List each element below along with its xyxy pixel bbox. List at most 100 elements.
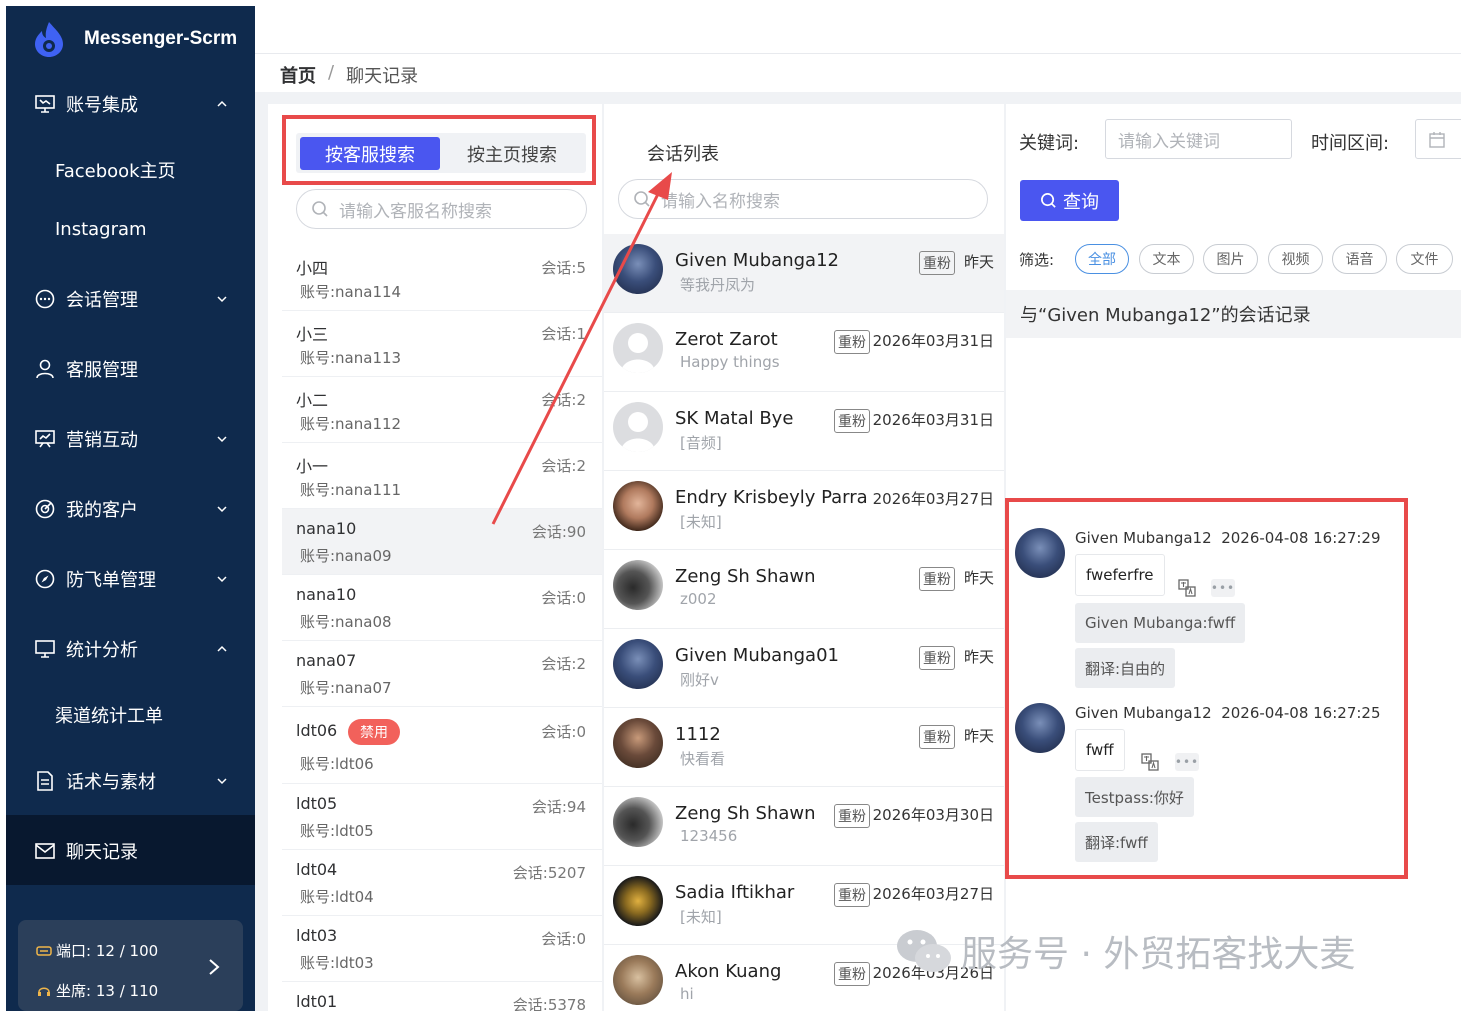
chevron-down-icon: [217, 506, 227, 513]
conversation-time: 昨天: [963, 727, 994, 745]
conversation-item[interactable]: Zerot Zarot Happy things 重粉 2026年03月31日: [604, 313, 1004, 392]
last-message: 快看看: [680, 750, 726, 768]
agent-row[interactable]: 小三 账号:nana113 会话:1: [282, 311, 602, 377]
conversation-search-input[interactable]: 请输入名称搜索: [618, 179, 988, 219]
nav-anti-fly[interactable]: 防飞单管理: [6, 565, 255, 593]
watermark-text: 服务号 · 外贸拓客找大麦: [961, 934, 1356, 975]
conversation-item[interactable]: Endry Krisbeyly Parra [未知] 2026年03月27日: [604, 471, 1004, 550]
filter-text[interactable]: 文本: [1139, 244, 1194, 274]
agent-row[interactable]: 小二 账号:nana112 会话:2: [282, 377, 602, 443]
agent-account: 账号:nana113: [300, 349, 402, 367]
agent-search-input[interactable]: 请输入客服名称搜索: [296, 189, 587, 229]
agent-row[interactable]: nana10 账号:nana08 会话:0: [282, 575, 602, 641]
conversation-item[interactable]: Zeng Sh Shawn 123456 重粉 2026年03月30日: [604, 787, 1004, 866]
filter-image[interactable]: 图片: [1203, 244, 1258, 274]
agent-row[interactable]: 小四 账号:nana114 会话:5: [282, 245, 602, 311]
translate-icon[interactable]: [1140, 752, 1160, 772]
last-message: Happy things: [680, 353, 780, 371]
chevron-down-icon: [217, 296, 227, 303]
filter-all[interactable]: 全部: [1075, 244, 1129, 274]
agent-name: ldt01: [296, 992, 338, 1011]
app-logo[interactable]: Messenger-Scrm: [32, 20, 237, 58]
conversation-item-selected[interactable]: Given Mubanga12 等我丹凤为 重粉 昨天: [604, 234, 1004, 313]
contact-name: Given Mubanga01: [675, 645, 839, 666]
contact-name: Zeng Sh Shawn: [675, 566, 816, 587]
agent-row[interactable]: ldt05 账号:ldt05 会话:94: [282, 784, 602, 850]
quoted-reply: Given Mubanga:fwff: [1075, 603, 1246, 643]
nav-account-integration[interactable]: 账号集成: [6, 90, 255, 118]
port-quota: 端口: 12 / 100: [36, 940, 158, 961]
agent-sessions: 会话:0: [541, 589, 586, 607]
sidebar: Messenger-Scrm 账号集成 Facebook主页 Instagram…: [6, 6, 255, 1011]
nav-scripts-materials[interactable]: 话术与素材: [6, 767, 255, 795]
query-button[interactable]: 查询: [1020, 180, 1119, 221]
quoted-reply: Testpass:你好: [1075, 777, 1194, 817]
nav-label: 话术与素材: [66, 772, 156, 793]
keyword-input[interactable]: 请输入关键词: [1105, 119, 1292, 159]
agent-sessions: 会话:0: [541, 723, 586, 741]
agent-account: 账号:nana07: [300, 679, 392, 697]
agent-row[interactable]: ldt04 账号:ldt04 会话:5207: [282, 850, 602, 916]
more-options-icon[interactable]: •••: [1175, 753, 1199, 771]
watermark: 服务号 · 外贸拓客找大麦: [895, 925, 1355, 977]
breadcrumb-home[interactable]: 首页: [280, 62, 316, 88]
nav-agent-management[interactable]: 客服管理: [6, 355, 255, 383]
repeat-fan-tag: 重粉: [834, 409, 870, 433]
chevron-down-icon: [217, 778, 227, 785]
agent-row-selected[interactable]: nana10 账号:nana09 会话:90: [282, 509, 602, 575]
agent-row[interactable]: nana07 账号:nana07 会话:2: [282, 641, 602, 707]
avatar: [613, 876, 663, 926]
breadcrumb: 首页 / 聊天记录: [280, 62, 418, 88]
agent-row[interactable]: ldt03 账号:ldt03 会话:0: [282, 916, 602, 982]
agent-sessions: 会话:2: [541, 391, 586, 409]
nav-session-management[interactable]: 会话管理: [6, 285, 255, 313]
avatar: [613, 560, 663, 610]
port-label: 端口:: [56, 942, 92, 960]
agent-account: 账号:ldt05: [300, 822, 374, 840]
quota-card[interactable]: 端口: 12 / 100 坐席: 13 / 110: [18, 920, 243, 1011]
nav-chat-records[interactable]: 聊天记录: [6, 837, 255, 865]
agent-account: 账号:nana111: [300, 481, 402, 499]
agent-name: nana07: [296, 651, 357, 670]
contact-name: 1112: [675, 724, 721, 745]
conversation-item[interactable]: SK Matal Bye [音频] 重粉 2026年03月31日: [604, 392, 1004, 471]
agent-row[interactable]: ldt06 禁用 账号:ldt06 会话:0: [282, 707, 602, 784]
filter-video[interactable]: 视频: [1268, 244, 1323, 274]
nav-sub-channel-stats[interactable]: 渠道统计工单: [55, 702, 163, 728]
nav-sub-instagram[interactable]: Instagram: [55, 219, 147, 240]
breadcrumb-separator: /: [328, 62, 335, 83]
translation: 翻译:fwff: [1075, 822, 1158, 862]
translate-icon[interactable]: [1177, 578, 1197, 598]
agent-row[interactable]: ldt01 会话:5378: [282, 982, 602, 1011]
agent-account: 账号:nana09: [300, 547, 392, 565]
conversation-time: 2026年03月27日: [872, 490, 994, 508]
agent-sessions: 会话:5207: [512, 864, 586, 882]
repeat-fan-tag: 重粉: [919, 725, 955, 749]
agent-sessions: 会话:5: [541, 259, 586, 277]
date-range-picker[interactable]: [1415, 119, 1461, 159]
agent-name: 小二: [296, 391, 329, 410]
conversation-time: 2026年03月27日: [872, 885, 994, 903]
contact-name: Zeng Sh Shawn: [675, 803, 816, 824]
filter-file[interactable]: 文件: [1396, 244, 1453, 274]
avatar: [613, 402, 663, 452]
nav-marketing[interactable]: 营销互动: [6, 425, 255, 453]
more-options-icon[interactable]: •••: [1211, 579, 1235, 597]
nav-sub-facebook[interactable]: Facebook主页: [55, 157, 176, 183]
chevron-right-icon[interactable]: [207, 958, 221, 976]
query-label: 查询: [1063, 191, 1099, 213]
nav-statistics[interactable]: 统计分析: [6, 635, 255, 663]
last-message: hi: [680, 985, 694, 1003]
avatar: [613, 639, 663, 689]
agent-row[interactable]: 小一 账号:nana111 会话:2: [282, 443, 602, 509]
conversation-item[interactable]: Zeng Sh Shawn z002 重粉 昨天: [604, 550, 1004, 629]
breadcrumb-current: 聊天记录: [346, 66, 419, 87]
agent-name: 小一: [296, 457, 329, 476]
agent-name: ldt06: [296, 721, 338, 740]
conversation-item[interactable]: 1112 快看看 重粉 昨天: [604, 708, 1004, 787]
nav-my-customers[interactable]: 我的客户: [6, 495, 255, 523]
contact-name: Given Mubanga12: [675, 250, 839, 271]
conversation-item[interactable]: Given Mubanga01 刚好v 重粉 昨天: [604, 629, 1004, 708]
repeat-fan-tag: 重粉: [919, 567, 955, 591]
filter-voice[interactable]: 语音: [1332, 244, 1387, 274]
